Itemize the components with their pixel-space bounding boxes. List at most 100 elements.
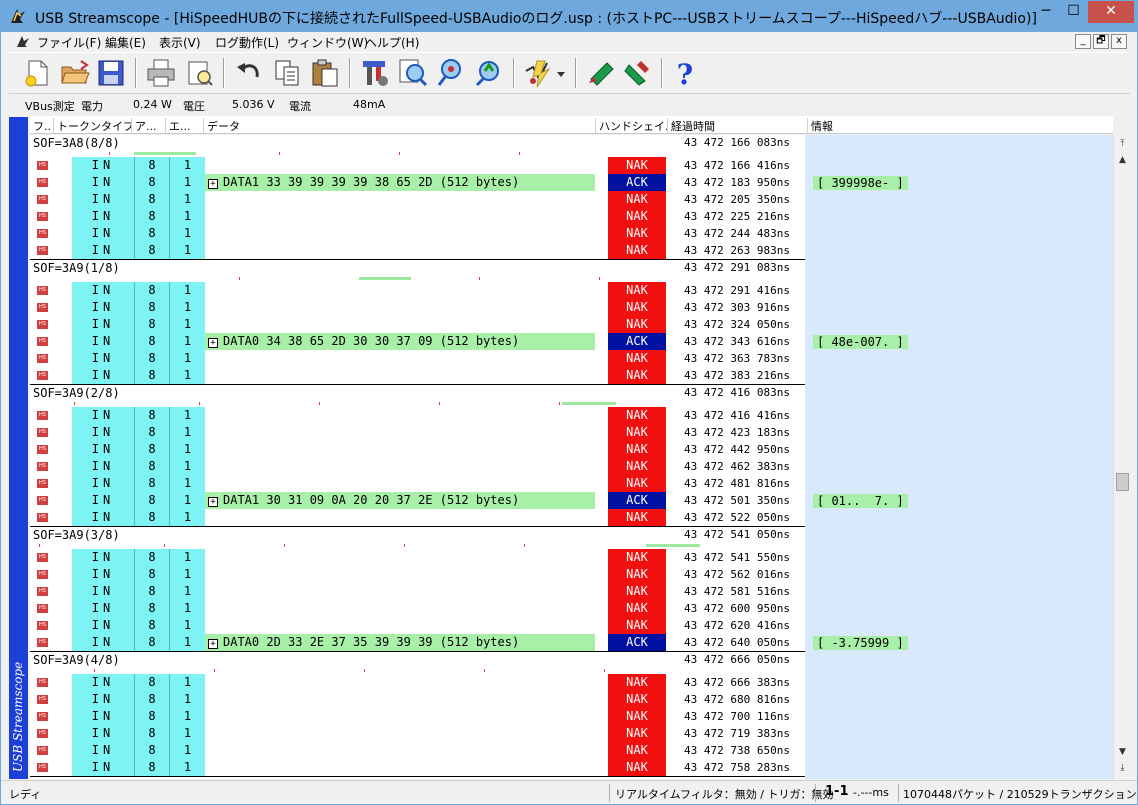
packet-row[interactable]: HS IN 8 1 NAK 43 472 244 483ns bbox=[30, 225, 1113, 242]
menu-help[interactable]: ヘルプ(H) bbox=[365, 34, 419, 51]
token-cell: IN bbox=[72, 441, 135, 458]
chevron-down-icon[interactable] bbox=[555, 57, 567, 89]
scroll-down-button[interactable]: ▼ bbox=[1115, 745, 1130, 760]
elapsed-time-cell: 43 472 205 350ns bbox=[684, 193, 790, 206]
sof-label[interactable]: SOF=3A9(2/8) bbox=[33, 386, 120, 400]
packet-row[interactable]: HS IN 8 1 + DATA0 2D 33 2E 37 35 39 39 39 (51… bbox=[30, 634, 1113, 651]
title-bar[interactable]: USB Streamscope - [HiSpeedHUBの下に接続されたFul… bbox=[1, 1, 1137, 32]
marker-red-icon[interactable] bbox=[621, 57, 653, 89]
endpoint-cell: 1 bbox=[170, 424, 205, 441]
address-cell: 8 bbox=[135, 333, 170, 350]
close-button[interactable]: ✕ bbox=[1088, 1, 1134, 23]
expand-icon[interactable]: + bbox=[208, 179, 218, 189]
col-data[interactable]: データ bbox=[204, 118, 596, 134]
packet-row[interactable]: HS IN 8 1 NAK 43 472 541 550ns bbox=[30, 549, 1113, 566]
packet-row[interactable]: HS IN 8 1 NAK 43 472 205 350ns bbox=[30, 191, 1113, 208]
packet-row[interactable]: HS IN 8 1 NAK 43 472 738 650ns bbox=[30, 742, 1113, 759]
packet-row[interactable]: HS IN 8 1 + DATA1 33 39 39 39 39 38 65 2D (51… bbox=[30, 174, 1113, 191]
paste-icon[interactable] bbox=[309, 57, 341, 89]
packet-row[interactable]: HS IN 8 1 NAK 43 472 600 950ns bbox=[30, 600, 1113, 617]
print-preview-icon[interactable] bbox=[183, 57, 215, 89]
packet-row[interactable]: HS IN 8 1 NAK 43 472 263 983ns bbox=[30, 242, 1113, 259]
token-cell: IN bbox=[72, 549, 135, 566]
mdi-close-button[interactable]: x bbox=[1111, 34, 1127, 49]
handshake-cell: NAK bbox=[608, 674, 666, 691]
col-frame[interactable]: フ.. bbox=[30, 118, 54, 134]
copy-icon[interactable] bbox=[271, 57, 303, 89]
zoom-fit-icon[interactable] bbox=[473, 57, 505, 89]
packet-row[interactable]: HS IN 8 1 NAK 43 472 166 416ns bbox=[30, 157, 1113, 174]
zoom-out-icon[interactable] bbox=[435, 57, 467, 89]
sof-label[interactable]: SOF=3A9(1/8) bbox=[33, 261, 120, 275]
token-cell: IN bbox=[72, 475, 135, 492]
sof-label[interactable]: SOF=3A9(4/8) bbox=[33, 653, 120, 667]
handshake-cell: NAK bbox=[608, 424, 666, 441]
col-token-type[interactable]: トークンタイプ bbox=[54, 118, 132, 134]
current-unit: mA bbox=[367, 98, 386, 111]
voltage-value: 5.036 bbox=[232, 98, 264, 111]
packet-row[interactable]: HS IN 8 1 NAK 43 472 719 383ns bbox=[30, 725, 1113, 742]
new-icon[interactable] bbox=[21, 57, 53, 89]
save-icon[interactable] bbox=[95, 57, 127, 89]
menu-log-action[interactable]: ログ動作(L) bbox=[215, 34, 279, 51]
col-endpoint[interactable]: エ... bbox=[166, 118, 204, 134]
packet-row[interactable]: HS IN 8 1 + DATA0 34 38 65 2D 30 30 37 09 (51… bbox=[30, 333, 1113, 350]
mdi-restore-button[interactable]: 🗗 bbox=[1093, 34, 1109, 49]
expand-icon[interactable]: + bbox=[208, 497, 218, 507]
sof-label[interactable]: SOF=3A8(8/8) bbox=[33, 136, 120, 150]
packet-row[interactable]: HS IN 8 1 NAK 43 472 416 416ns bbox=[30, 407, 1113, 424]
packet-row[interactable]: HS IN 8 1 NAK 43 472 442 950ns bbox=[30, 441, 1113, 458]
print-icon[interactable] bbox=[145, 57, 177, 89]
expand-icon[interactable]: + bbox=[208, 639, 218, 649]
packet-row[interactable]: HS IN 8 1 NAK 43 472 303 916ns bbox=[30, 299, 1113, 316]
settings-icon[interactable] bbox=[359, 57, 391, 89]
packet-row[interactable]: HS IN 8 1 NAK 43 472 562 016ns bbox=[30, 566, 1113, 583]
menu-file[interactable]: ファイル(F) bbox=[37, 34, 101, 51]
zoom-in-icon[interactable] bbox=[397, 57, 429, 89]
trigger-icon[interactable] bbox=[523, 57, 555, 89]
sof-label[interactable]: SOF=3A9(3/8) bbox=[33, 528, 120, 542]
scroll-top-button[interactable]: ⤒ bbox=[1115, 137, 1130, 152]
packet-row[interactable]: HS IN 8 1 NAK 43 472 462 383ns bbox=[30, 458, 1113, 475]
packet-row[interactable]: HS IN 8 1 NAK 43 472 666 383ns bbox=[30, 674, 1113, 691]
minimize-button[interactable]: ─ bbox=[1032, 1, 1060, 23]
elapsed-time-cell: 43 472 383 216ns bbox=[684, 369, 790, 382]
col-elapsed-time[interactable]: 経過時間 bbox=[668, 118, 808, 134]
packet-row[interactable]: HS IN 8 1 NAK 43 472 758 283ns bbox=[30, 759, 1113, 776]
packet-row[interactable]: HS IN 8 1 NAK 43 472 363 783ns bbox=[30, 350, 1113, 367]
col-handshake[interactable]: ハンドシェイ... bbox=[596, 118, 668, 134]
mdi-minimize-button[interactable]: _ bbox=[1075, 34, 1091, 49]
packet-row[interactable]: HS IN 8 1 NAK 43 472 225 216ns bbox=[30, 208, 1113, 225]
packet-row[interactable]: HS IN 8 1 NAK 43 472 383 216ns bbox=[30, 367, 1113, 384]
menu-edit[interactable]: 編集(E) bbox=[105, 34, 146, 51]
col-info[interactable]: 情報 bbox=[808, 118, 1113, 134]
packet-row[interactable]: HS IN 8 1 NAK 43 472 581 516ns bbox=[30, 583, 1113, 600]
marker-green-icon[interactable] bbox=[585, 57, 617, 89]
scroll-up-button[interactable]: ▲ bbox=[1115, 153, 1130, 168]
packet-row[interactable]: HS IN 8 1 NAK 43 472 522 050ns bbox=[30, 509, 1113, 526]
undo-icon[interactable] bbox=[233, 57, 265, 89]
packet-row[interactable]: HS IN 8 1 NAK 43 472 291 416ns bbox=[30, 282, 1113, 299]
menu-view[interactable]: 表示(V) bbox=[159, 34, 201, 51]
trace-view[interactable]: SOF=3A8(8/8) 43 472 166 083ns HS IN 8 1 NAK 43 … bbox=[30, 135, 1113, 779]
help-icon[interactable]: ? bbox=[669, 57, 701, 89]
packet-row[interactable]: HS IN 8 1 NAK 43 472 680 816ns bbox=[30, 691, 1113, 708]
vertical-scrollbar[interactable]: ⤒ ▲ ▼ ⤓ bbox=[1113, 135, 1130, 779]
document-icon[interactable] bbox=[15, 35, 31, 49]
elapsed-time-cell: 43 472 166 416ns bbox=[684, 159, 790, 172]
packet-row[interactable]: HS IN 8 1 NAK 43 472 423 183ns bbox=[30, 424, 1113, 441]
endpoint-cell: 1 bbox=[170, 492, 205, 509]
col-address[interactable]: ア... bbox=[132, 118, 166, 134]
maximize-button[interactable]: ☐ bbox=[1060, 1, 1087, 23]
scroll-thumb[interactable] bbox=[1116, 473, 1129, 491]
scroll-bottom-button[interactable]: ⤓ bbox=[1115, 761, 1130, 776]
menu-window[interactable]: ウィンドウ(W) bbox=[287, 34, 368, 51]
packet-row[interactable]: HS IN 8 1 NAK 43 472 481 816ns bbox=[30, 475, 1113, 492]
packet-row[interactable]: HS IN 8 1 NAK 43 472 324 050ns bbox=[30, 316, 1113, 333]
packet-row[interactable]: HS IN 8 1 + DATA1 30 31 09 0A 20 20 37 2E (51… bbox=[30, 492, 1113, 509]
power-label: 電力 bbox=[81, 100, 103, 113]
open-icon[interactable] bbox=[59, 57, 91, 89]
packet-row[interactable]: HS IN 8 1 NAK 43 472 620 416ns bbox=[30, 617, 1113, 634]
expand-icon[interactable]: + bbox=[208, 338, 218, 348]
packet-row[interactable]: HS IN 8 1 NAK 43 472 700 116ns bbox=[30, 708, 1113, 725]
